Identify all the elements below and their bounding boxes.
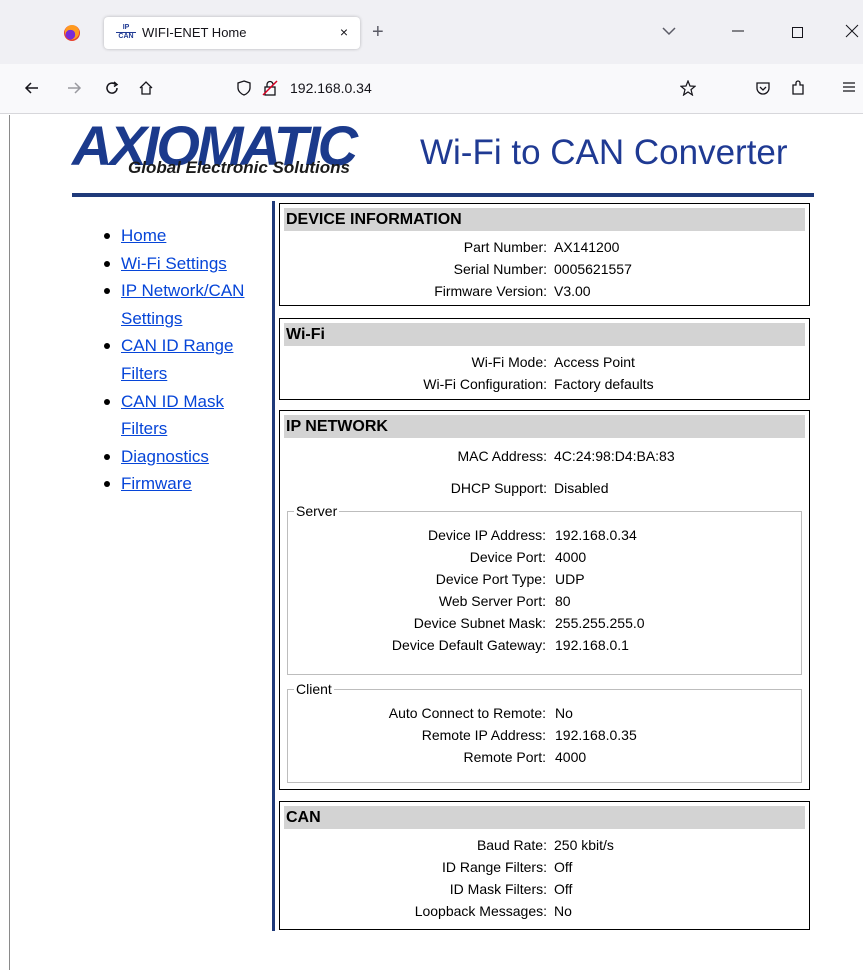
page-left-border — [9, 115, 10, 970]
info-row: Wi-Fi Configuration: Factory defaults — [423, 376, 654, 392]
server-legend: Server — [296, 503, 338, 519]
info-row: ID Range Filters: Off — [441, 859, 573, 875]
info-row: Device Port Type: UDP — [435, 571, 585, 587]
url-input[interactable]: 192.168.0.34 — [290, 80, 372, 96]
browser-nav-bar — [0, 64, 863, 114]
info-row: Wi-Fi Mode: Access Point — [471, 354, 635, 370]
info-row: Serial Number: 0005621557 — [453, 261, 632, 277]
shield-icon[interactable] — [236, 80, 252, 101]
panel-heading: CAN — [284, 806, 805, 829]
info-row: ID Mask Filters: Off — [449, 881, 573, 897]
minimize-icon[interactable] — [732, 24, 744, 42]
diagnostics-link[interactable]: Diagnostics — [121, 447, 209, 466]
info-row: DHCP Support: Disabled — [450, 480, 609, 496]
ip-network-can-settings-link[interactable]: IP Network/CAN Settings — [121, 277, 272, 332]
insecure-lock-icon[interactable] — [262, 80, 278, 101]
new-tab-button[interactable]: + — [372, 22, 384, 42]
sidebar-item-can-id-mask: CAN ID Mask Filters — [92, 388, 272, 443]
sidebar-item-can-id-range: CAN ID Range Filters — [92, 332, 272, 387]
ip-network-panel: IP NETWORK MAC Address: 4C:24:98:D4:BA:83… — [279, 410, 810, 790]
info-row: Web Server Port: 80 — [438, 593, 571, 609]
panel-heading: DEVICE INFORMATION — [284, 208, 805, 231]
window-close-icon[interactable] — [845, 24, 859, 43]
tab-list-chevron-icon[interactable] — [662, 26, 676, 38]
home-icon[interactable] — [138, 80, 154, 101]
axiomatic-logo: AXIOMATIC Global Electronic Solutions — [72, 118, 382, 182]
sidebar-item-ip-network-can: IP Network/CAN Settings — [92, 277, 272, 332]
info-row: Device IP Address: 192.168.0.34 — [427, 527, 637, 543]
info-row: Part Number: AX141200 — [463, 239, 620, 255]
home-link[interactable]: Home — [121, 226, 166, 245]
pocket-icon[interactable] — [755, 80, 771, 101]
panel-heading: IP NETWORK — [284, 415, 805, 438]
device-information-panel: DEVICE INFORMATION Part Number: AX141200 … — [279, 203, 810, 306]
content-divider — [272, 201, 275, 931]
info-row: Device Subnet Mask: 255.255.255.0 — [413, 615, 645, 631]
client-group: Client Auto Connect to Remote: No Remote … — [287, 681, 802, 783]
firefox-icon[interactable] — [64, 25, 80, 41]
forward-icon[interactable] — [66, 80, 82, 101]
sidebar-item-home: Home — [92, 222, 272, 250]
tab-title: WIFI-ENET Home — [142, 25, 247, 40]
info-row: Loopback Messages: No — [414, 903, 572, 919]
reload-icon[interactable] — [104, 80, 120, 101]
sidebar-nav: Home Wi-Fi Settings IP Network/CAN Settin… — [92, 222, 272, 498]
info-row: Remote Port: 4000 — [463, 749, 587, 765]
info-row: Auto Connect to Remote: No — [388, 705, 573, 721]
wifi-panel: Wi-Fi Wi-Fi Mode: Access Point Wi-Fi Conf… — [279, 318, 810, 400]
info-row: Device Default Gateway: 192.168.0.1 — [391, 637, 629, 653]
can-id-range-filters-link[interactable]: CAN ID Range Filters — [121, 332, 272, 387]
browser-tab[interactable]: IP CAN WIFI-ENET Home × — [104, 17, 360, 49]
can-panel: CAN Baud Rate: 250 kbit/s ID Range Filter… — [279, 801, 810, 930]
sidebar-item-wifi-settings: Wi-Fi Settings — [92, 250, 272, 278]
sidebar-item-firmware: Firmware — [92, 470, 272, 498]
site-favicon-icon: IP CAN — [116, 24, 136, 42]
extensions-icon[interactable] — [790, 80, 806, 101]
info-row: Device Port: 4000 — [469, 549, 587, 565]
server-group: Server Device IP Address: 192.168.0.34 De… — [287, 503, 802, 675]
sidebar-item-diagnostics: Diagnostics — [92, 443, 272, 471]
page-title: Wi-Fi to CAN Converter — [420, 133, 788, 172]
firmware-link[interactable]: Firmware — [121, 474, 192, 493]
info-row: Remote IP Address: 192.168.0.35 — [421, 727, 637, 743]
header-divider — [72, 193, 814, 197]
can-id-mask-filters-link[interactable]: CAN ID Mask Filters — [121, 388, 272, 443]
info-row: Baud Rate: 250 kbit/s — [476, 837, 614, 853]
wifi-settings-link[interactable]: Wi-Fi Settings — [121, 254, 227, 273]
menu-icon[interactable] — [842, 80, 856, 99]
bookmark-star-icon[interactable] — [679, 79, 697, 101]
back-icon[interactable] — [24, 80, 40, 101]
panel-heading: Wi-Fi — [284, 323, 805, 346]
maximize-icon[interactable] — [792, 26, 804, 44]
client-legend: Client — [296, 681, 332, 697]
info-row: Firmware Version: V3.00 — [434, 283, 591, 299]
close-tab-icon[interactable]: × — [340, 24, 348, 40]
logo-tagline: Global Electronic Solutions — [128, 158, 350, 177]
browser-tab-bar: IP CAN WIFI-ENET Home × + — [0, 0, 863, 64]
info-row: MAC Address: 4C:24:98:D4:BA:83 — [457, 448, 675, 464]
